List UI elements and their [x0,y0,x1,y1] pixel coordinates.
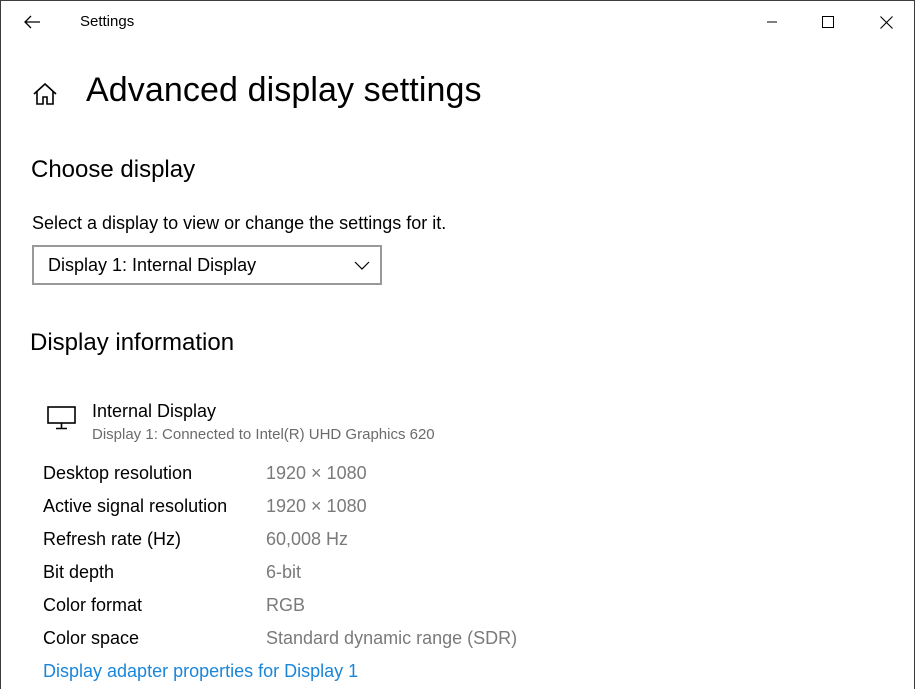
display-connection: Display 1: Connected to Intel(R) UHD Gra… [92,426,435,443]
info-value: 1920 × 1080 [266,496,367,516]
title-bar: Settings [1,1,914,43]
close-button[interactable] [858,1,914,43]
display-select-value: Display 1: Internal Display [48,255,257,275]
settings-window: Settings Advanced display settings Choos… [0,0,915,689]
display-name: Internal Display [92,401,217,421]
info-value: 60,008 Hz [266,529,349,549]
choose-display-heading: Choose display [31,156,196,183]
chevron-down-icon [354,261,370,270]
home-icon[interactable] [32,81,58,107]
info-label: Active signal resolution [43,496,228,516]
info-row-active-signal-resolution: Active signal resolution 1920 × 1080 [43,496,743,529]
info-row-bit-depth: Bit depth 6-bit [43,562,743,595]
info-value: RGB [266,595,306,615]
info-row-refresh-rate: Refresh rate (Hz) 60,008 Hz [43,529,743,562]
info-value: Standard dynamic range (SDR) [266,628,518,648]
close-icon [879,15,893,29]
back-arrow-icon [24,15,40,29]
maximize-icon [822,16,834,28]
info-label: Color space [43,628,140,648]
minimize-icon [767,21,777,23]
back-button[interactable] [15,7,49,37]
display-information-heading: Display information [30,329,235,356]
info-value: 1920 × 1080 [266,463,367,483]
info-value: 6-bit [266,562,302,582]
display-adapter-properties-link[interactable]: Display adapter properties for Display 1 [43,661,358,682]
info-label: Color format [43,595,143,615]
info-row-color-space: Color space Standard dynamic range (SDR) [43,628,743,661]
choose-display-description: Select a display to view or change the s… [32,213,447,233]
info-label: Bit depth [43,562,115,582]
info-label: Refresh rate (Hz) [43,529,182,549]
monitor-icon [47,406,76,430]
maximize-button[interactable] [800,1,856,43]
info-row-desktop-resolution: Desktop resolution 1920 × 1080 [43,463,743,496]
info-row-color-format: Color format RGB [43,595,743,628]
display-select-dropdown[interactable]: Display 1: Internal Display [32,245,382,285]
info-label: Desktop resolution [43,463,193,483]
app-title: Settings [80,13,135,30]
minimize-button[interactable] [744,1,800,43]
page-title: Advanced display settings [86,71,482,109]
